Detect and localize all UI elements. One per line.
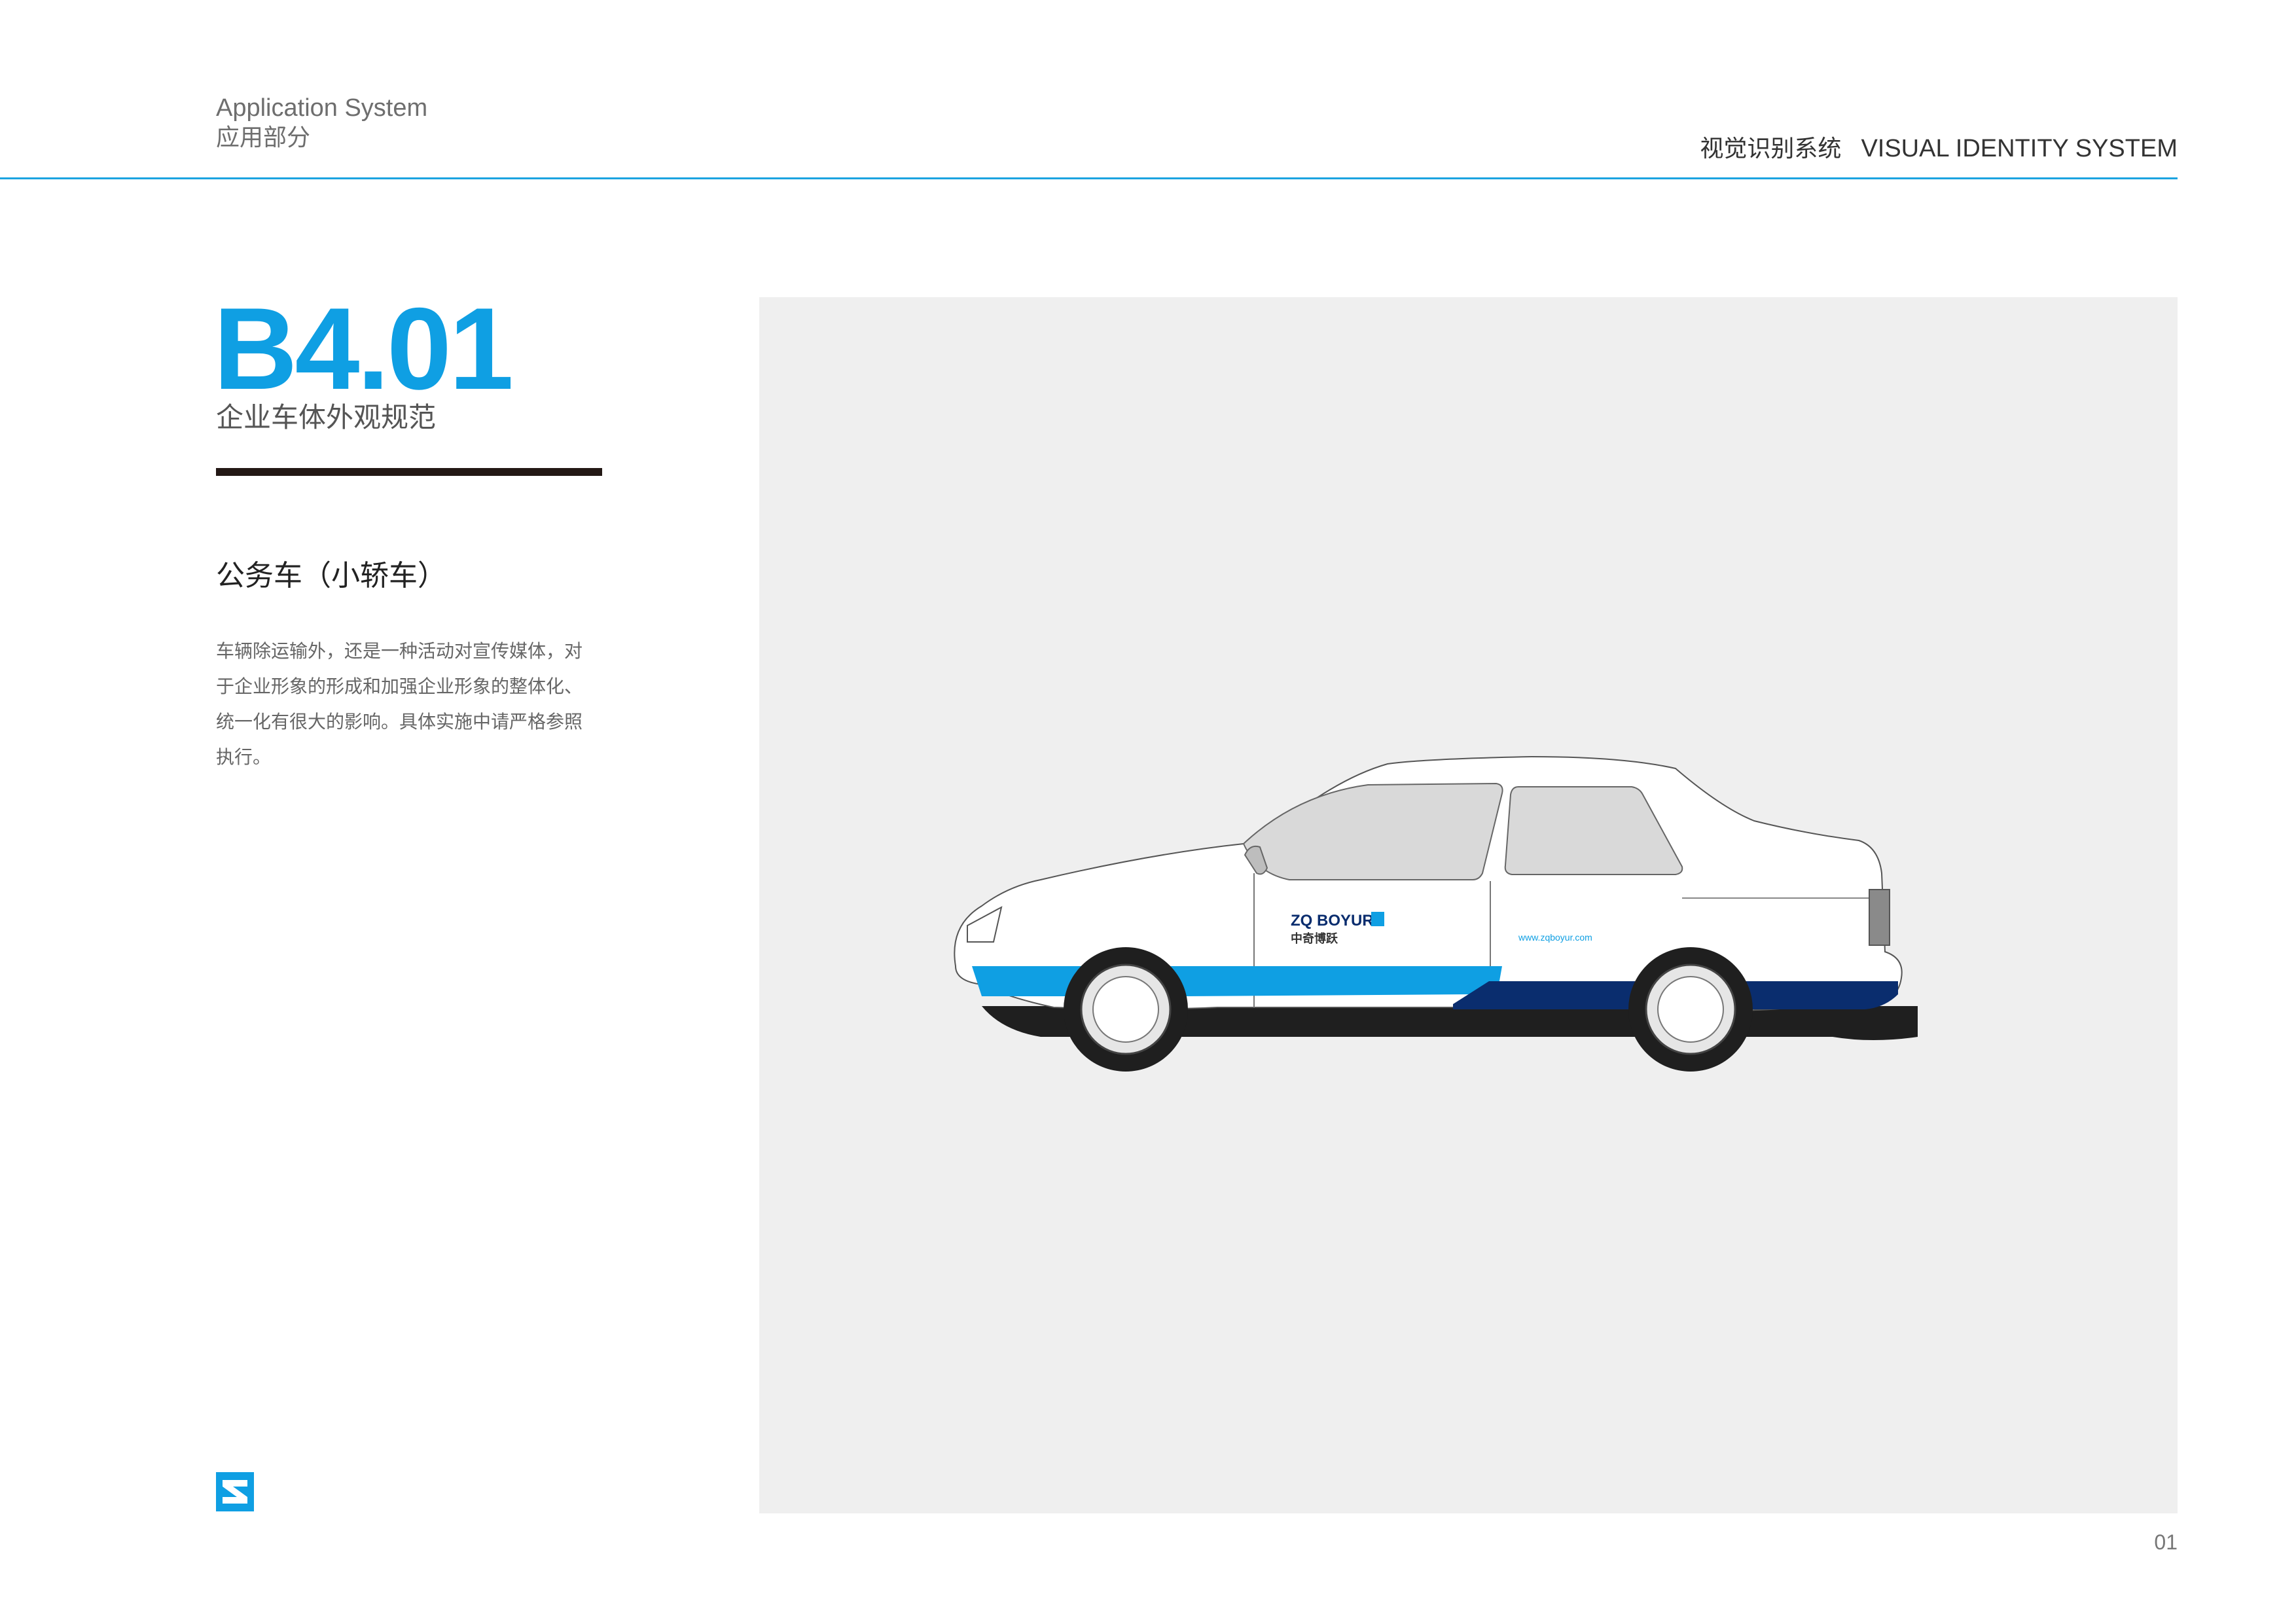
car-brand-cn: 中奇博跃 <box>1291 931 1338 946</box>
title-rule <box>216 468 602 476</box>
front-wheel <box>1064 947 1188 1072</box>
page-code: B4.01 <box>213 283 514 414</box>
sedan-illustration: ZQ BOYUR 中奇博跃 www.zqboyur.com <box>954 755 1918 1072</box>
system-title-cn: 视觉识别系统 <box>1700 135 1842 162</box>
page-number: 01 <box>2154 1530 2178 1554</box>
item-title: 公务车（小轿车） <box>216 560 446 592</box>
item-description: 车辆除运输外，还是一种活动对宣传媒体，对 于企业形象的形成和加强企业形象的整体化… <box>216 641 583 767</box>
car-illustration-panel: ZQ BOYUR 中奇博跃 www.zqboyur.com <box>759 297 2178 1513</box>
section-label-cn: 应用部分 <box>216 124 311 151</box>
system-title: 视觉识别系统 VISUAL IDENTITY SYSTEM <box>1700 136 2178 161</box>
rear-wheel <box>1628 947 1753 1072</box>
brand-logo <box>216 1472 254 1511</box>
section-label-en: Application System <box>216 94 428 122</box>
taillight <box>1869 889 1890 946</box>
blue-stripe <box>972 966 1502 996</box>
system-title-en: VISUAL IDENTITY SYSTEM <box>1861 135 2178 162</box>
header-divider <box>0 177 2178 179</box>
car-brand-mark <box>1371 912 1384 926</box>
car-website: www.zqboyur.com <box>1518 932 1592 943</box>
front-window <box>1242 782 1503 880</box>
page-subtitle: 企业车体外观规范 <box>216 402 437 433</box>
car-brand-name: ZQ BOYUR <box>1291 912 1374 929</box>
